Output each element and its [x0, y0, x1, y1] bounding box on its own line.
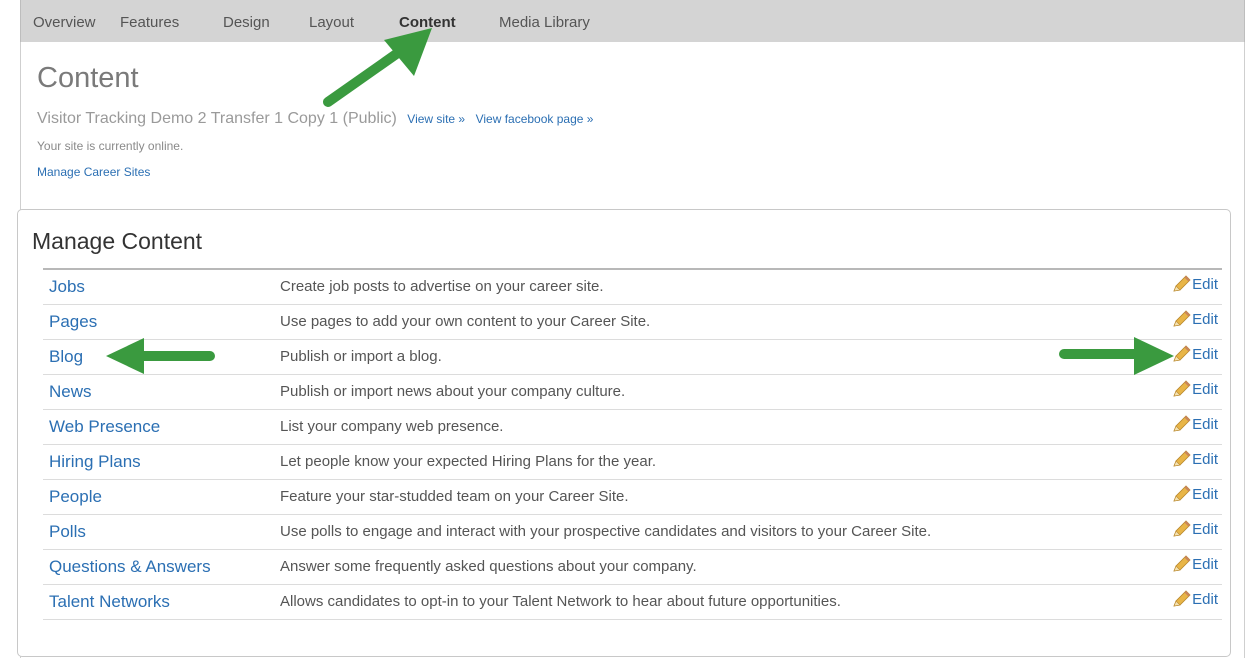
edit-label: Edit: [1192, 590, 1218, 608]
content-description: Use pages to add your own content to you…: [280, 304, 1152, 340]
tab-design[interactable]: Design: [223, 14, 270, 31]
content-row-0: Jobs Create job posts to advertise on you…: [43, 269, 1222, 305]
content-name-cell: Talent Networks: [43, 584, 280, 620]
content-description: Create job posts to advertise on your ca…: [280, 269, 1152, 305]
site-info-line: Visitor Tracking Demo 2 Transfer 1 Copy …: [37, 110, 593, 128]
content-name-cell: Hiring Plans: [43, 444, 280, 480]
page-title: Content: [37, 62, 139, 94]
content-description: Allows candidates to opt-in to your Tale…: [280, 584, 1152, 620]
manage-content-panel: Manage Content Jobs Create job posts to a…: [17, 209, 1231, 657]
content-row-3: News Publish or import news about your co…: [43, 374, 1222, 410]
tab-overview[interactable]: Overview: [33, 14, 96, 31]
view-site-link[interactable]: View site »: [407, 112, 465, 126]
edit-label: Edit: [1192, 485, 1218, 503]
content-description: Publish or import a blog.: [280, 339, 1152, 375]
content-type-link[interactable]: People: [49, 487, 102, 506]
edit-button[interactable]: Edit: [1171, 380, 1218, 398]
content-row-7: Polls Use polls to engage and interact wi…: [43, 514, 1222, 550]
content-row-4: Web Presence List your company web presen…: [43, 409, 1222, 445]
content-type-link[interactable]: Blog: [49, 347, 83, 366]
edit-label: Edit: [1192, 275, 1218, 293]
content-type-link[interactable]: Talent Networks: [49, 592, 170, 611]
content-description: List your company web presence.: [280, 409, 1152, 445]
tab-features[interactable]: Features: [120, 14, 179, 31]
edit-cell: Edit: [1152, 409, 1222, 445]
edit-label: Edit: [1192, 415, 1218, 433]
edit-cell: Edit: [1152, 479, 1222, 515]
content-type-link[interactable]: Pages: [49, 312, 97, 331]
pencil-icon: [1171, 520, 1191, 538]
edit-button[interactable]: Edit: [1171, 555, 1218, 573]
tab-layout[interactable]: Layout: [309, 14, 354, 31]
content-type-link[interactable]: Web Presence: [49, 417, 160, 436]
content-type-link[interactable]: Polls: [49, 522, 86, 541]
edit-label: Edit: [1192, 555, 1218, 573]
content-description: Publish or import news about your compan…: [280, 374, 1152, 410]
site-status-text: Your site is currently online.: [37, 139, 184, 153]
edit-label: Edit: [1192, 310, 1218, 328]
content-name-cell: Web Presence: [43, 409, 280, 445]
edit-label: Edit: [1192, 345, 1218, 363]
pencil-icon: [1171, 590, 1191, 608]
tab-content[interactable]: Content: [399, 14, 456, 31]
content-row-6: People Feature your star-studded team on …: [43, 479, 1222, 515]
content-name-cell: People: [43, 479, 280, 515]
top-tab-bar: Overview Features Design Layout Content …: [20, 0, 1245, 42]
pencil-icon: [1171, 450, 1191, 468]
content-name-cell: Questions & Answers: [43, 549, 280, 585]
edit-label: Edit: [1192, 520, 1218, 538]
content-type-link[interactable]: Questions & Answers: [49, 557, 211, 576]
edit-button[interactable]: Edit: [1171, 520, 1218, 538]
edit-button[interactable]: Edit: [1171, 450, 1218, 468]
content-type-link[interactable]: Jobs: [49, 277, 85, 296]
content-name-cell: Polls: [43, 514, 280, 550]
content-row-5: Hiring Plans Let people know your expecte…: [43, 444, 1222, 480]
pencil-icon: [1171, 345, 1191, 363]
panel-title: Manage Content: [32, 228, 203, 254]
edit-cell: Edit: [1152, 444, 1222, 480]
site-name: Visitor Tracking Demo 2 Transfer 1 Copy …: [37, 110, 397, 127]
manage-career-sites-link[interactable]: Manage Career Sites: [37, 165, 150, 179]
edit-cell: Edit: [1152, 514, 1222, 550]
edit-cell: Edit: [1152, 304, 1222, 340]
content-description: Feature your star-studded team on your C…: [280, 479, 1152, 515]
content-row-9: Talent Networks Allows candidates to opt-…: [43, 584, 1222, 620]
edit-button[interactable]: Edit: [1171, 345, 1218, 363]
edit-cell: Edit: [1152, 269, 1222, 305]
content-row-8: Questions & Answers Answer some frequentl…: [43, 549, 1222, 585]
pencil-icon: [1171, 380, 1191, 398]
content-row-1: Pages Use pages to add your own content t…: [43, 304, 1222, 340]
content-name-cell: Pages: [43, 304, 280, 340]
content-table: Jobs Create job posts to advertise on you…: [43, 268, 1222, 620]
pencil-icon: [1171, 275, 1191, 293]
edit-cell: Edit: [1152, 584, 1222, 620]
pencil-icon: [1171, 415, 1191, 433]
content-name-cell: Blog: [43, 339, 280, 375]
edit-cell: Edit: [1152, 549, 1222, 585]
view-facebook-link[interactable]: View facebook page »: [476, 112, 594, 126]
content-row-2: Blog Publish or import a blog. Edit: [43, 339, 1222, 375]
pencil-icon: [1171, 485, 1191, 503]
edit-label: Edit: [1192, 380, 1218, 398]
edit-button[interactable]: Edit: [1171, 485, 1218, 503]
edit-label: Edit: [1192, 450, 1218, 468]
content-name-cell: Jobs: [43, 269, 280, 305]
content-name-cell: News: [43, 374, 280, 410]
pencil-icon: [1171, 310, 1191, 328]
content-description: Answer some frequently asked questions a…: [280, 549, 1152, 585]
tab-media-library[interactable]: Media Library: [499, 14, 590, 31]
pencil-icon: [1171, 555, 1191, 573]
edit-cell: Edit: [1152, 374, 1222, 410]
content-description: Let people know your expected Hiring Pla…: [280, 444, 1152, 480]
edit-button[interactable]: Edit: [1171, 415, 1218, 433]
edit-button[interactable]: Edit: [1171, 310, 1218, 328]
edit-button[interactable]: Edit: [1171, 590, 1218, 608]
edit-button[interactable]: Edit: [1171, 275, 1218, 293]
content-description: Use polls to engage and interact with yo…: [280, 514, 1152, 550]
content-type-link[interactable]: News: [49, 382, 92, 401]
content-type-link[interactable]: Hiring Plans: [49, 452, 141, 471]
edit-cell: Edit: [1152, 339, 1222, 375]
